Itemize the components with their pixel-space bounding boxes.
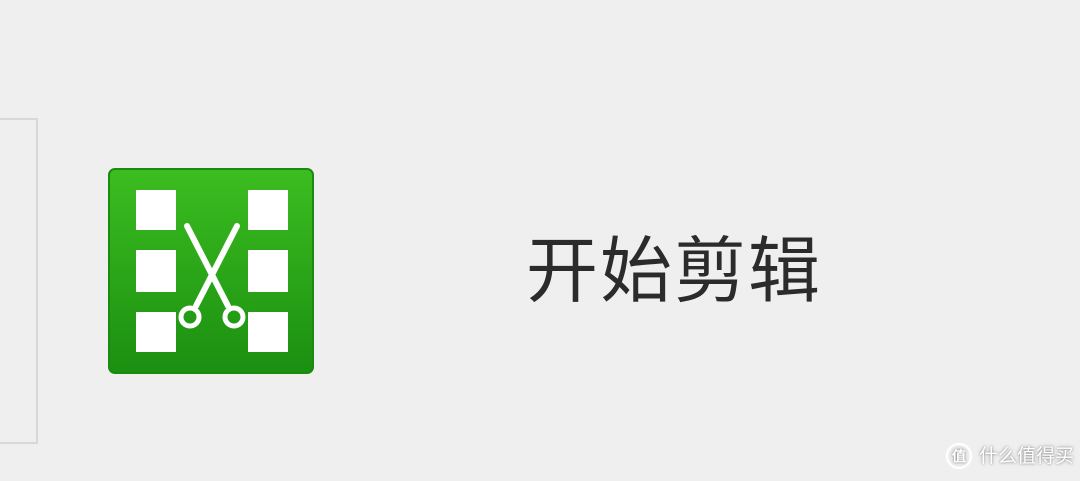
start-edit-button[interactable]: 开始剪辑	[108, 168, 838, 374]
screenshot-canvas: 开始剪辑 值 什么值得买	[0, 0, 1080, 481]
start-edit-label: 开始剪辑	[526, 229, 823, 313]
left-panel	[0, 118, 38, 444]
watermark: 值 什么值得买	[945, 441, 1074, 471]
smzdm-logo-icon: 值	[945, 442, 973, 470]
svg-text:值: 值	[952, 448, 966, 465]
watermark-text: 什么值得买	[978, 445, 1074, 467]
film-scissors-icon	[108, 168, 314, 374]
